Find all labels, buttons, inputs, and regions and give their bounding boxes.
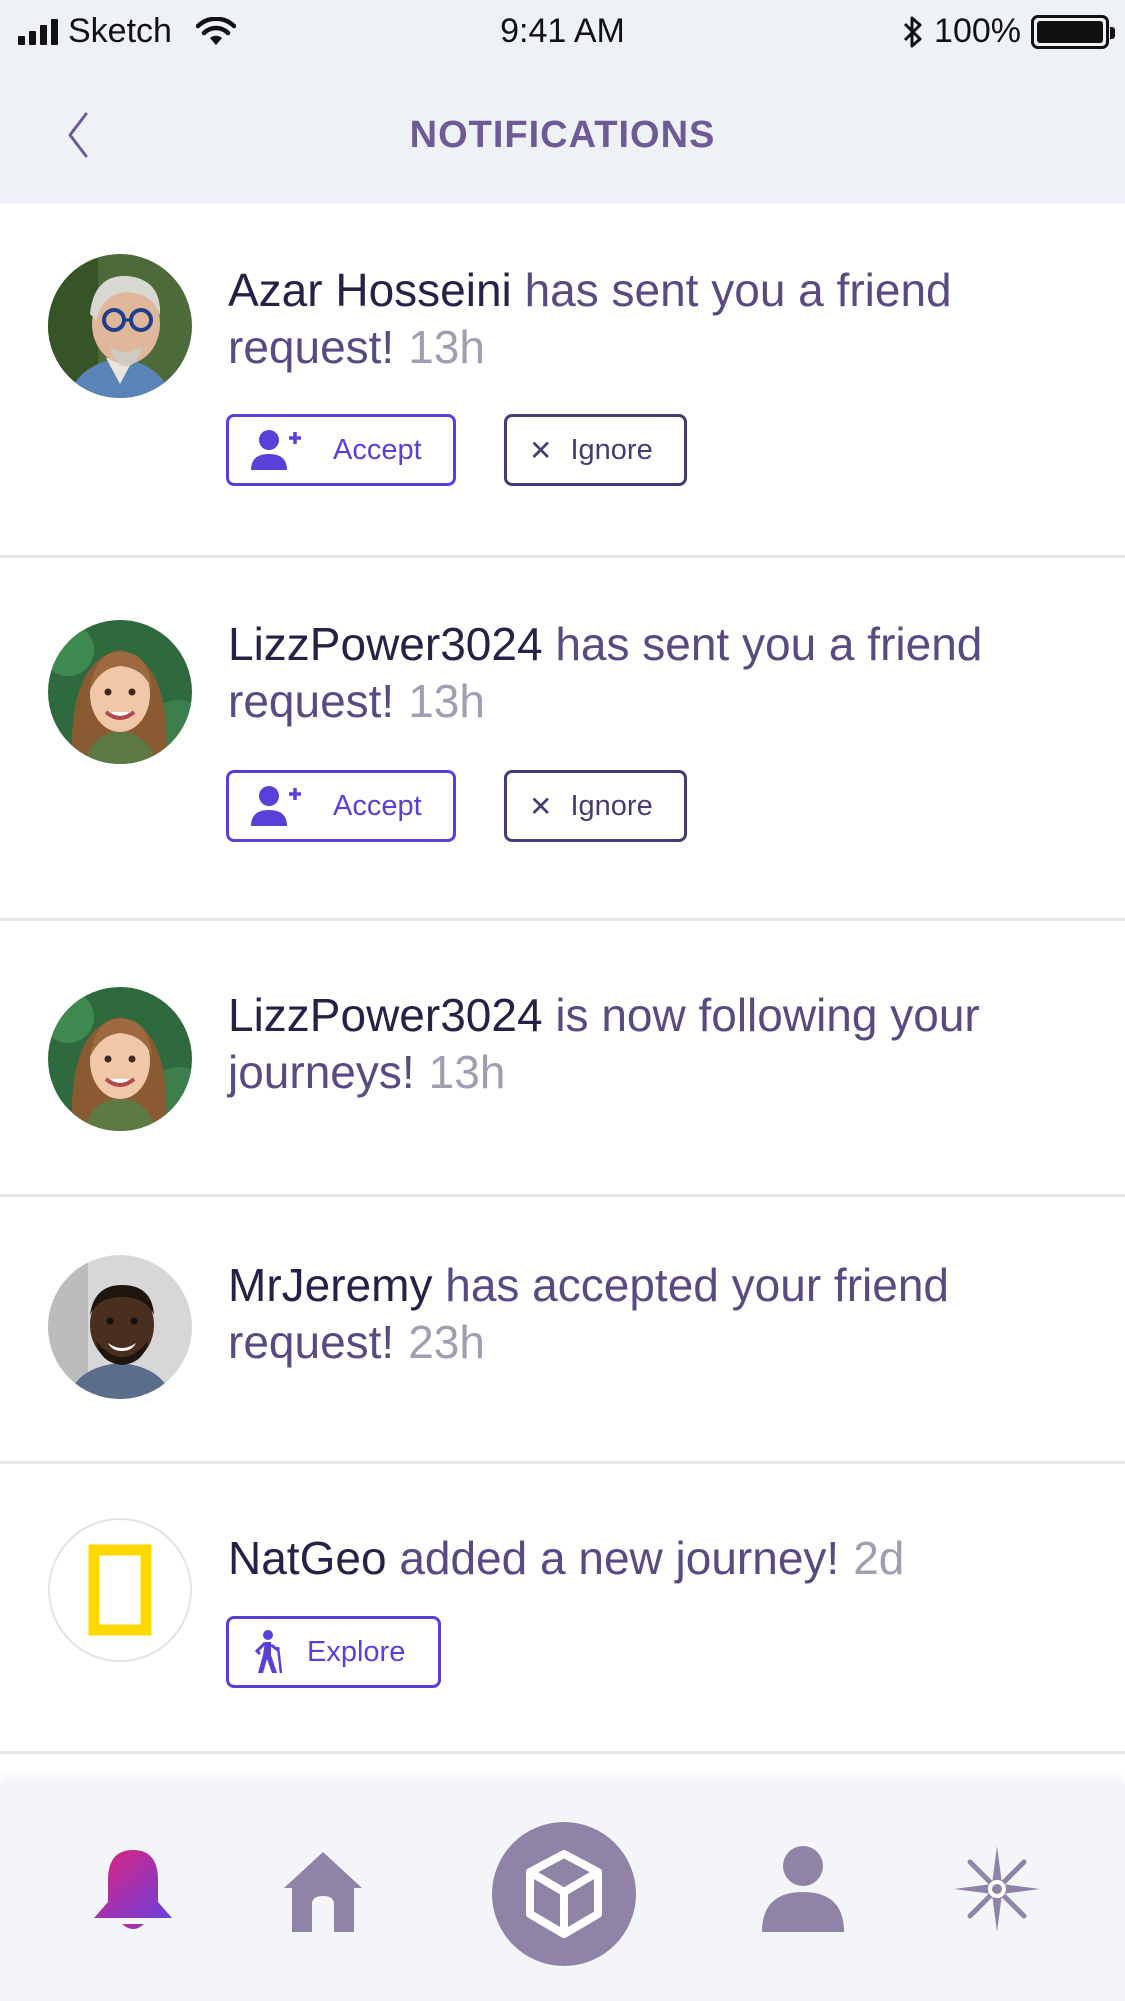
- notification-text: NatGeo added a new journey! 2d: [228, 1530, 1065, 1587]
- natgeo-logo: [88, 1544, 152, 1636]
- ignore-button[interactable]: ✕ Ignore: [504, 770, 687, 842]
- explore-label: Explore: [307, 1635, 406, 1668]
- user-name[interactable]: LizzPower3024: [228, 989, 543, 1041]
- status-right: 100%: [902, 12, 1115, 51]
- notification-time: 13h: [408, 675, 485, 727]
- hiker-icon: [254, 1630, 283, 1674]
- notification-list: Azar Hosseini has sent you a friend requ…: [0, 204, 1125, 1754]
- user-name[interactable]: MrJeremy: [228, 1259, 432, 1311]
- tab-home[interactable]: [280, 1848, 366, 1934]
- status-bar: Sketch 9:41 AM 100%: [0, 0, 1125, 64]
- notification-item: LizzPower3024 has sent you a friend requ…: [0, 558, 1125, 921]
- explore-button[interactable]: Explore: [226, 1616, 441, 1688]
- notification-time: 13h: [408, 321, 485, 373]
- tab-profile[interactable]: [760, 1844, 846, 1934]
- notification-time: 13h: [428, 1046, 506, 1098]
- accept-label: Accept: [333, 433, 422, 466]
- battery-percent: 100%: [934, 12, 1021, 50]
- notification-message: added a new journey!: [399, 1532, 840, 1584]
- bluetooth-icon: [903, 16, 922, 47]
- close-icon: ✕: [529, 790, 553, 822]
- cube-icon: [492, 1822, 636, 1966]
- notification-text: Azar Hosseini has sent you a friend requ…: [228, 262, 1065, 376]
- close-icon: ✕: [529, 434, 553, 466]
- notification-item: Azar Hosseini has sent you a friend requ…: [0, 204, 1125, 558]
- tab-bar: [0, 1784, 1125, 2001]
- battery-icon: [1031, 14, 1115, 49]
- tab-notifications[interactable]: [88, 1844, 178, 1934]
- accept-button[interactable]: Accept: [226, 770, 456, 842]
- bell-icon: [94, 1850, 172, 1929]
- notification-text: MrJeremy has accepted your friend reques…: [228, 1257, 1065, 1371]
- notification-text: LizzPower3024 has sent you a friend requ…: [228, 616, 1065, 730]
- natgeo-avatar[interactable]: [48, 1518, 192, 1662]
- ignore-label: Ignore: [570, 433, 653, 466]
- header: NOTIFICATIONS: [0, 64, 1125, 204]
- notification-time: 23h: [408, 1316, 485, 1368]
- user-name[interactable]: Azar Hosseini: [228, 264, 512, 316]
- notification-time: 2d: [853, 1532, 905, 1584]
- ignore-label: Ignore: [570, 789, 653, 822]
- avatar[interactable]: [48, 1255, 192, 1399]
- home-icon: [284, 1852, 362, 1932]
- avatar[interactable]: [48, 987, 192, 1131]
- profile-icon: [762, 1846, 844, 1932]
- user-name[interactable]: NatGeo: [228, 1532, 387, 1584]
- avatar[interactable]: [48, 620, 192, 764]
- notification-item: MrJeremy has accepted your friend reques…: [0, 1197, 1125, 1464]
- avatar[interactable]: [48, 254, 192, 398]
- notification-item: NatGeo added a new journey! 2d Explore: [0, 1464, 1125, 1754]
- user-name[interactable]: LizzPower3024: [228, 618, 543, 670]
- accept-button[interactable]: Accept: [226, 414, 456, 486]
- ignore-button[interactable]: ✕ Ignore: [504, 414, 687, 486]
- tab-explore[interactable]: [952, 1844, 1042, 1934]
- notification-item: LizzPower3024 is now following your jour…: [0, 921, 1125, 1197]
- tab-journeys[interactable]: [492, 1822, 636, 1966]
- notification-text: LizzPower3024 is now following your jour…: [228, 987, 1065, 1101]
- page-title: NOTIFICATIONS: [409, 114, 716, 156]
- add-user-icon: [251, 430, 301, 470]
- compass-icon: [954, 1846, 1040, 1932]
- add-user-icon: [251, 786, 301, 826]
- accept-label: Accept: [333, 789, 422, 822]
